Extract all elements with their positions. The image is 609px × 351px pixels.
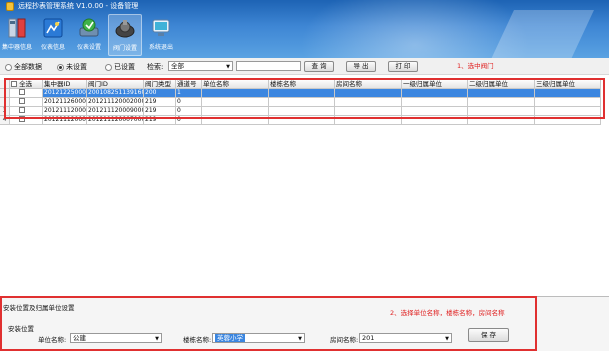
table-row[interactable]: 2012122500001 2001082511391609 200 1 [0,89,609,98]
panel-title: 安装位置及归属单位设置 [3,304,75,312]
grid-header: 全选 集中器ID 阀门ID 阀门类型 通道号 单位名称 楼栋名称 房间名称 一级… [0,80,609,89]
app-header: 远程抄表管理系统 V1.0.00 - 设备管理 集中器信息 仪表信息 仪表设置 … [0,0,609,58]
valve-grid: 全选 集中器ID 阀门ID 阀门类型 通道号 单位名称 楼栋名称 房间名称 一级… [0,76,609,294]
annotation-step1: 1、选中阀门 [457,62,494,70]
concentrator-icon [8,18,26,38]
filter-bar: 全部数据 未设置 已设置 检索: 全部 ▼ 查 询 导 出 打 印 [0,58,609,75]
row-gutter-header [0,80,10,89]
select-all-header[interactable]: 全选 [10,80,43,89]
building-name-label: 楼栋名称: [183,336,212,344]
col-lv2-unit[interactable]: 二级归属单位 [468,80,535,89]
chevron-down-icon: ▼ [445,336,449,342]
toolbar-exit[interactable]: 系统退出 [144,14,178,56]
location-group-label: 安装位置 [8,325,34,333]
app-title: 远程抄表管理系统 V1.0.00 - 设备管理 [6,1,138,11]
toolbar-meter-settings[interactable]: 仪表设置 [72,14,106,56]
row-checkbox[interactable] [19,116,25,122]
app-logo-icon [6,1,14,11]
row-checkbox[interactable] [19,107,25,113]
export-button[interactable]: 导 出 [346,61,376,72]
chevron-down-icon: ▼ [226,64,230,70]
col-concentrator-id[interactable]: 集中器ID [43,80,87,89]
search-label: 检索: [147,63,164,71]
save-button[interactable]: 保 存 [468,328,509,342]
col-building-name[interactable]: 楼栋名称 [269,80,335,89]
col-lv3-unit[interactable]: 三级归属单位 [535,80,601,89]
radio-not-set[interactable]: 未设置 [57,62,87,72]
main-toolbar: 集中器信息 仪表信息 仪表设置 阀门设置 系统退出 [0,14,180,56]
col-valve-id[interactable]: 阀门ID [87,80,144,89]
room-name-label: 房间名称: [330,336,359,344]
select-all-checkbox[interactable] [11,80,17,87]
chevron-down-icon: ▼ [155,336,159,342]
location-settings-panel: 安装位置及归属单位设置 安装位置 单位名称: 公建 ▼ 楼栋名称: 英蓉小学 ▼… [0,296,609,351]
search-select[interactable]: 全部 ▼ [168,61,233,71]
table-row[interactable]: 4 2012111200007 2012111200070000 219 0 [0,116,609,125]
row-checkbox[interactable] [19,89,25,95]
print-button[interactable]: 打 印 [388,61,418,72]
table-row[interactable]: 2012112600001 2012111200020009 219 0 [0,98,609,107]
app-title-text: 远程抄表管理系统 V1.0.00 - 设备管理 [18,2,139,10]
col-channel[interactable]: 通道号 [176,80,202,89]
exit-icon [152,19,170,36]
meter-settings-icon [79,18,99,37]
toolbar-valve-settings[interactable]: 阀门设置 [108,14,142,56]
radio-all-data[interactable]: 全部数据 [5,62,42,72]
radio-set[interactable]: 已设置 [105,62,135,72]
row-checkbox[interactable] [19,98,25,104]
valve-settings-icon [115,20,135,38]
search-input[interactable] [236,61,301,71]
meter-info-icon [43,18,63,38]
room-name-select[interactable]: 201 ▼ [359,333,452,343]
col-unit-name[interactable]: 单位名称 [202,80,269,89]
radio-not-set-dot [57,63,64,71]
toolbar-concentrator-info[interactable]: 集中器信息 [0,14,34,56]
query-button[interactable]: 查 询 [304,61,334,72]
annotation-step2: 2、选择单位名称，楼栋名称，房间名称 [390,309,505,317]
unit-name-label: 单位名称: [38,336,67,344]
table-row[interactable]: 3 2012111200009 2012111200090000 219 0 [0,107,609,116]
col-lv1-unit[interactable]: 一级归属单位 [402,80,468,89]
chevron-down-icon: ▼ [298,336,302,342]
col-valve-type[interactable]: 阀门类型 [144,80,176,89]
col-room-name[interactable]: 房间名称 [335,80,402,89]
building-name-select[interactable]: 英蓉小学 ▼ [212,333,305,343]
unit-name-select[interactable]: 公建 ▼ [70,333,162,343]
radio-all-data-dot [5,63,12,71]
radio-set-dot [105,63,112,71]
toolbar-meter-info[interactable]: 仪表信息 [36,14,70,56]
